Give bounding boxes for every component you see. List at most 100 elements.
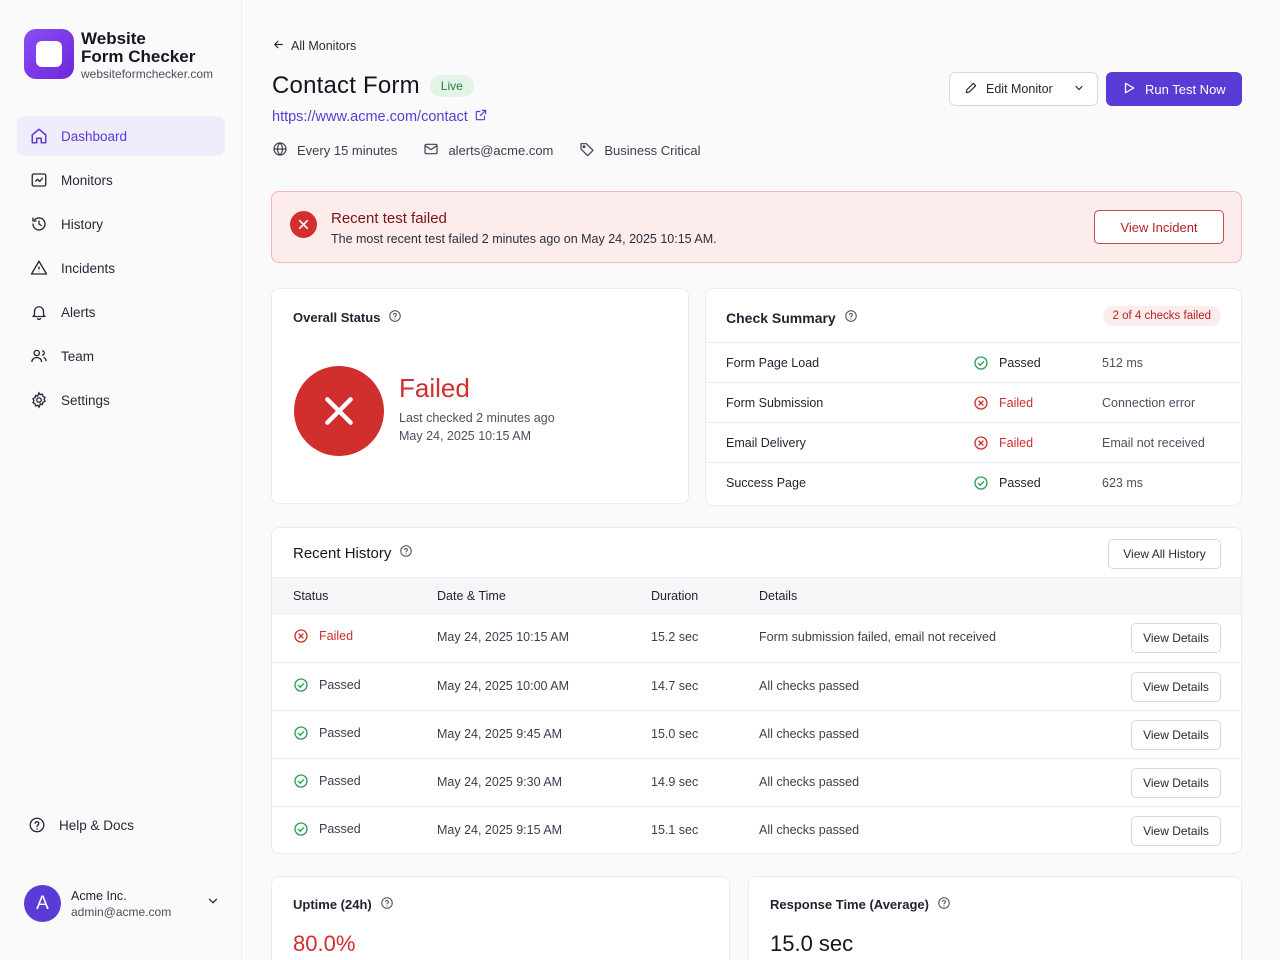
row-duration: 15.2 sec	[651, 630, 699, 644]
overall-status-value: Failed	[399, 373, 470, 403]
frequency-text: Every 15 minutes	[297, 143, 398, 158]
check-value: 512 ms	[1102, 355, 1143, 370]
sidebar: Website Form Checker websiteformchecker.…	[0, 0, 242, 960]
brand-title-line1: Website	[81, 29, 146, 48]
history-table-header: Status Date & Time Duration Details	[272, 577, 1241, 614]
error-x-icon	[290, 211, 317, 238]
alert-message: The most recent test failed 2 minutes ag…	[331, 232, 717, 246]
help-icon[interactable]	[399, 544, 413, 562]
check-circle-icon	[294, 726, 308, 740]
check-name: Form Submission	[726, 395, 824, 410]
x-circle-icon	[974, 395, 988, 410]
view-details-button[interactable]: View Details	[1131, 720, 1221, 750]
chevron-down-icon	[1073, 82, 1085, 97]
recent-history-card: Recent History View All History Status D…	[271, 527, 1242, 854]
uptime-heading: Uptime (24h)	[293, 897, 372, 912]
row-details: All checks passed	[759, 775, 860, 789]
view-details-button[interactable]: View Details	[1131, 816, 1221, 846]
alert-email-text: alerts@acme.com	[448, 143, 554, 158]
row-datetime: May 24, 2025 9:45 AM	[437, 727, 563, 741]
column-header-status: Status	[293, 589, 329, 603]
help-docs-link[interactable]: Help & Docs	[28, 816, 134, 834]
check-status: Passed	[973, 475, 1041, 491]
warning-icon	[30, 259, 48, 277]
frequency-meta: Every 15 minutes	[272, 141, 397, 160]
row-datetime: May 24, 2025 9:15 AM	[437, 823, 563, 837]
help-icon[interactable]	[380, 896, 394, 913]
view-incident-button[interactable]: View Incident	[1094, 210, 1224, 244]
sidebar-item-team[interactable]: Team	[17, 336, 225, 376]
column-header-details: Details	[759, 589, 798, 603]
row-status: Failed	[293, 628, 353, 644]
sidebar-item-alerts[interactable]: Alerts	[17, 292, 225, 332]
tag-icon	[579, 141, 604, 160]
sidebar-item-label: History	[61, 216, 104, 232]
check-circle-icon	[294, 678, 308, 692]
sidebar-item-label: Dashboard	[61, 128, 128, 144]
check-name: Email Delivery	[726, 435, 806, 450]
play-icon	[1122, 81, 1145, 98]
back-to-monitors-link[interactable]: All Monitors	[272, 38, 356, 54]
edit-monitor-button[interactable]: Edit Monitor	[949, 72, 1098, 106]
check-circle-icon	[974, 355, 988, 370]
help-icon[interactable]	[937, 896, 951, 913]
sidebar-item-label: Alerts	[61, 304, 96, 320]
check-circle-icon	[294, 774, 308, 788]
view-details-button[interactable]: View Details	[1131, 672, 1221, 702]
run-test-button[interactable]: Run Test Now	[1106, 72, 1242, 106]
row-datetime: May 24, 2025 10:00 AM	[437, 679, 570, 693]
monitor-icon	[30, 171, 48, 189]
check-name: Form Page Load	[726, 355, 820, 370]
sidebar-item-settings[interactable]: Settings	[17, 380, 225, 420]
column-header-duration: Duration	[651, 589, 699, 603]
view-details-button[interactable]: View Details	[1131, 623, 1221, 653]
history-icon	[30, 215, 48, 233]
help-icon[interactable]	[844, 309, 858, 326]
help-icon[interactable]	[388, 309, 402, 326]
table-row: Passed May 24, 2025 9:45 AM 15.0 sec All…	[272, 710, 1241, 758]
run-test-label: Run Test Now	[1145, 81, 1226, 97]
last-checked-text: Last checked 2 minutes ago	[399, 411, 555, 425]
failed-count-badge: 2 of 4 checks failed	[1102, 306, 1221, 326]
external-link-icon	[468, 108, 488, 126]
x-circle-icon	[294, 629, 308, 643]
view-all-history-button[interactable]: View All History	[1108, 539, 1221, 569]
help-icon	[28, 816, 46, 834]
last-checked-timestamp: May 24, 2025 10:15 AM	[399, 429, 532, 443]
sidebar-item-incidents[interactable]: Incidents	[17, 248, 225, 288]
uptime-value: 80.0%	[293, 931, 356, 956]
monitor-url-link[interactable]: https://www.acme.com/contact	[272, 108, 488, 126]
sidebar-item-history[interactable]: History	[17, 204, 225, 244]
gear-icon	[30, 391, 48, 409]
help-label: Help & Docs	[59, 817, 135, 833]
sidebar-item-label: Incidents	[61, 260, 116, 276]
view-details-button[interactable]: View Details	[1131, 768, 1221, 798]
row-details: Form submission failed, email not receiv…	[759, 630, 996, 644]
check-row: Success Page Passed 623 ms	[706, 462, 1241, 502]
sidebar-item-dashboard[interactable]: Dashboard	[17, 116, 225, 156]
check-circle-icon	[294, 822, 308, 836]
check-circle-icon	[974, 475, 988, 490]
row-status: Passed	[293, 773, 361, 789]
table-row: Failed May 24, 2025 10:15 AM 15.2 sec Fo…	[272, 614, 1241, 662]
account-switcher[interactable]: A Acme Inc. admin@acme.com	[24, 885, 220, 922]
tag-meta: Business Critical	[579, 141, 700, 160]
overall-status-heading: Overall Status	[293, 310, 381, 325]
check-row: Email Delivery Failed Email not received	[706, 422, 1241, 462]
recent-history-heading: Recent History	[293, 544, 392, 562]
check-status: Failed	[973, 395, 1033, 411]
sidebar-item-label: Monitors	[61, 172, 113, 188]
alert-title: Recent test failed	[331, 210, 447, 227]
chevron-down-icon	[206, 894, 220, 913]
sidebar-item-monitors[interactable]: Monitors	[17, 160, 225, 200]
check-name: Success Page	[726, 475, 806, 490]
overall-status-card: Overall Status Failed Last checked 2 min…	[271, 288, 689, 504]
brand-title-line2: Form Checker	[81, 47, 196, 66]
brand[interactable]: Website Form Checker websiteformchecker.…	[24, 29, 213, 81]
check-summary-heading: Check Summary	[726, 309, 836, 326]
row-status: Passed	[293, 725, 361, 741]
x-circle-icon	[974, 435, 988, 450]
row-status: Passed	[293, 821, 361, 837]
response-time-value: 15.0 sec	[770, 931, 854, 956]
failed-status-icon	[294, 366, 384, 456]
